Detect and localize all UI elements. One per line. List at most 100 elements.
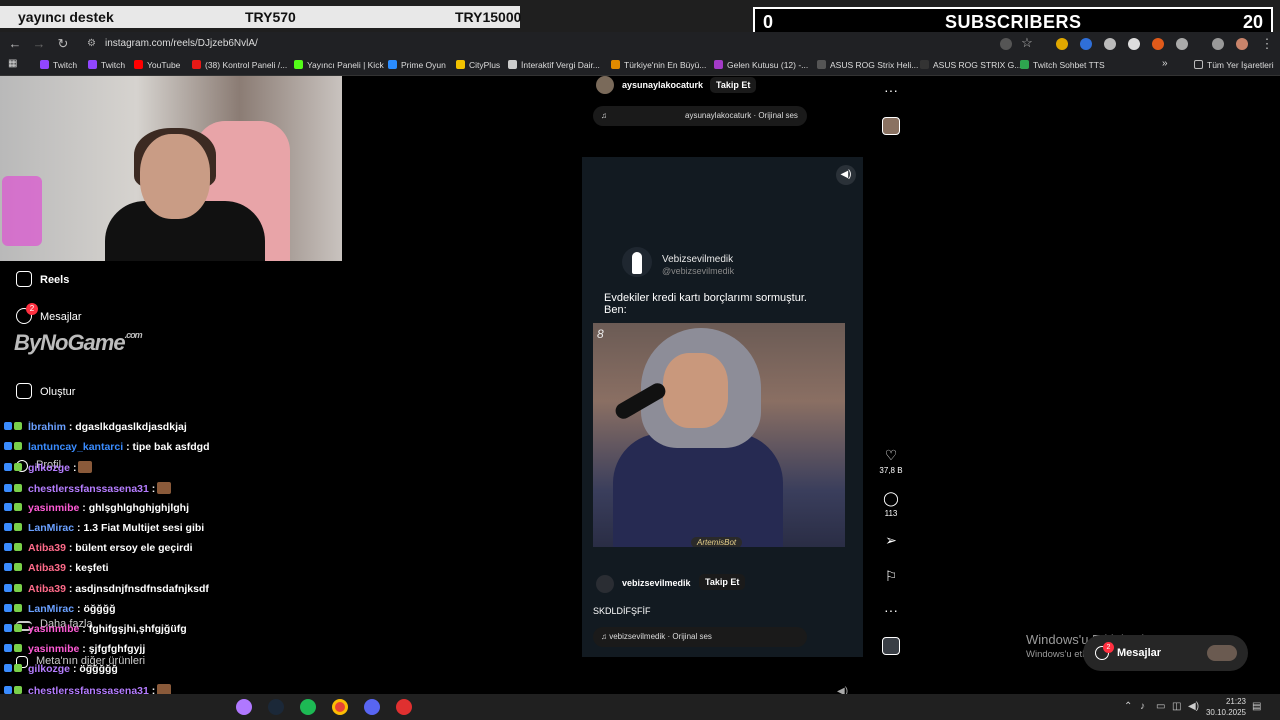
badge-icon bbox=[14, 442, 22, 451]
author-name[interactable]: aysunaylakocaturk bbox=[622, 80, 703, 90]
chat-message: chestlerssfanssasena31 : bbox=[4, 481, 172, 495]
profile-avatar-icon[interactable] bbox=[1236, 38, 1248, 50]
tweet-image: 8 ArtemisBot bbox=[593, 323, 845, 547]
bynogame-logo: ByNoGame.com bbox=[14, 330, 143, 355]
apps-grid-icon[interactable]: ▦ bbox=[8, 58, 17, 69]
badge-icon bbox=[14, 463, 22, 472]
chat-message: yasinmibe : şjfgfghfgyjj bbox=[4, 643, 145, 655]
badge-icon bbox=[14, 543, 22, 552]
install-icon[interactable] bbox=[1000, 38, 1012, 50]
extension-icon[interactable] bbox=[1152, 38, 1164, 50]
bookmark-cityplus[interactable]: CityPlus bbox=[456, 60, 500, 70]
more-options-icon: ··· bbox=[884, 602, 898, 618]
steam-icon[interactable] bbox=[268, 699, 284, 715]
back-icon[interactable]: ← bbox=[6, 35, 24, 53]
extension-icon[interactable] bbox=[1104, 38, 1116, 50]
extension-icon[interactable] bbox=[1128, 38, 1140, 50]
bookmark-twitch-tts[interactable]: Twitch Sohbet TTS bbox=[1020, 60, 1105, 70]
share-button[interactable]: ➢ bbox=[878, 532, 904, 549]
extension-icon[interactable] bbox=[1056, 38, 1068, 50]
volume-icon[interactable]: ◀) bbox=[1188, 701, 1199, 712]
subscriber-count: 0 bbox=[763, 12, 774, 32]
url-field[interactable]: ⚙ instagram.com/reels/DJjzeb6NvlA/ bbox=[85, 35, 1015, 53]
badge-icon bbox=[14, 422, 22, 430]
browser-menu-icon[interactable]: ⋮ bbox=[1258, 35, 1276, 53]
chat-message: lantuncay_kantarci : tipe bak asfdgd bbox=[4, 441, 210, 453]
battery-icon[interactable]: ▭ bbox=[1156, 701, 1165, 712]
badge-icon bbox=[14, 502, 22, 511]
reels-icon bbox=[16, 271, 32, 287]
reel-author-avatar[interactable] bbox=[596, 575, 614, 593]
asus-icon bbox=[817, 60, 826, 69]
site-icon bbox=[456, 60, 465, 69]
chat-text: : 1.3 Fiat Multijet sesi gibi bbox=[77, 522, 205, 534]
follow-button[interactable]: Takip Et bbox=[710, 77, 757, 93]
like-button[interactable]: ♡ 37,8 B bbox=[878, 447, 904, 475]
bookmark-asus-2[interactable]: ASUS ROG STRIX G... bbox=[920, 60, 1021, 70]
figma-icon[interactable] bbox=[236, 699, 252, 715]
bookmark-vergi[interactable]: İnteraktif Vergi Dair... bbox=[508, 60, 600, 70]
reel-audio-pill[interactable]: ♫ vebizsevilmedik · Orijinal ses bbox=[593, 627, 807, 647]
reel-audio-thumbnail[interactable] bbox=[882, 637, 900, 655]
all-bookmarks[interactable]: Tüm Yer İşaretleri bbox=[1194, 60, 1274, 70]
comment-button[interactable]: ◯ 113 bbox=[878, 490, 904, 518]
bookmark-kontrol-paneli[interactable]: (38) Kontrol Paneli /... bbox=[192, 60, 287, 70]
audio-pill[interactable]: ♫ aysunaylakocaturk · Orijinal ses bbox=[593, 106, 807, 126]
messages-label: Mesajlar bbox=[1117, 647, 1162, 659]
notification-icon[interactable]: ▤ bbox=[1252, 701, 1261, 712]
nav-create[interactable]: Oluştur bbox=[16, 383, 75, 399]
bookmark-star-icon[interactable]: ☆ bbox=[1018, 34, 1036, 52]
bookmark-youtube[interactable]: YouTube bbox=[134, 60, 180, 70]
emote-icon bbox=[157, 683, 172, 694]
audio-thumbnail[interactable] bbox=[882, 117, 900, 135]
subscriber-goal: 20 bbox=[1242, 12, 1263, 32]
folder-icon bbox=[1194, 60, 1203, 69]
discord-icon[interactable] bbox=[364, 699, 380, 715]
forward-icon[interactable]: → bbox=[30, 35, 48, 53]
bookmark-prime-oyun[interactable]: Prime Oyun bbox=[388, 60, 446, 70]
previous-reel-footer: aysunaylakocaturk Takip Et ♫ aysunaylako… bbox=[582, 76, 864, 132]
chat-message: Atiba39 : keşfeti bbox=[4, 562, 109, 574]
messages-floating-button[interactable]: 2 Mesajlar bbox=[1083, 635, 1248, 671]
badge-icon bbox=[14, 563, 22, 572]
taskbar-clock[interactable]: 21:23 30.10.2025 bbox=[1206, 696, 1246, 718]
nav-reels[interactable]: Reels bbox=[16, 271, 69, 287]
reel-video[interactable]: ◀) Vebizsevilmedik @vebizsevilmedik Evde… bbox=[582, 157, 863, 657]
microphone-icon[interactable]: ♪ bbox=[1140, 701, 1145, 712]
extension-icon[interactable] bbox=[1080, 38, 1092, 50]
bookmark-asus-1[interactable]: ASUS ROG Strix Heli... bbox=[817, 60, 918, 70]
bookmark-twitch-2[interactable]: Twitch bbox=[88, 60, 125, 70]
reel-follow-button[interactable]: Takip Et bbox=[699, 574, 746, 590]
chat-text: : bbox=[151, 684, 156, 694]
site-info-icon[interactable]: ⚙ bbox=[87, 35, 96, 53]
volume-icon[interactable]: ◀) bbox=[836, 165, 856, 185]
tray-chevron-icon[interactable]: ⌃ bbox=[1124, 701, 1132, 712]
spotify-icon[interactable] bbox=[300, 699, 316, 715]
more-bookmarks-icon[interactable]: » bbox=[1162, 58, 1168, 69]
chat-message: İbrahim : dgaslkdgaslkdjasdkjaj bbox=[4, 421, 187, 433]
bookmark-turkiye[interactable]: Türkiye'nin En Büyü... bbox=[611, 60, 706, 70]
site-icon bbox=[611, 60, 620, 69]
chrome-icon[interactable] bbox=[332, 699, 348, 715]
media-icon[interactable] bbox=[1212, 38, 1224, 50]
address-bar-row: ← → ↻ ⚙ instagram.com/reels/DJjzeb6NvlA/… bbox=[0, 32, 1280, 56]
chat-text: : dgaslkdgaslkdjasdkjaj bbox=[68, 421, 187, 433]
bookmark-gelen-kutusu[interactable]: Gelen Kutusu (12) -... bbox=[714, 60, 808, 70]
tweet-handle: @vebizsevilmedik bbox=[662, 266, 735, 276]
badge-icon bbox=[14, 583, 22, 592]
extensions-puzzle-icon[interactable] bbox=[1176, 38, 1188, 50]
reel-more-button[interactable]: ··· bbox=[878, 602, 904, 618]
more-options-icon[interactable]: ··· bbox=[878, 82, 904, 98]
reload-icon[interactable]: ↻ bbox=[54, 35, 72, 53]
reel-author-name[interactable]: vebizsevilmedik bbox=[622, 578, 691, 588]
network-icon[interactable]: ◫ bbox=[1172, 701, 1181, 712]
badge-icon bbox=[14, 644, 22, 653]
app-icon[interactable] bbox=[396, 699, 412, 715]
donation-goal: TRY15000 bbox=[455, 9, 522, 25]
heart-icon: ♡ bbox=[884, 447, 898, 463]
bookmark-twitch[interactable]: Twitch bbox=[40, 60, 77, 70]
bookmark-kick[interactable]: Yayıncı Paneli | Kick bbox=[294, 60, 384, 70]
save-button[interactable]: ⚐ bbox=[878, 568, 904, 585]
chat-message: gilkozge : bbox=[4, 461, 93, 474]
author-avatar[interactable] bbox=[596, 76, 614, 94]
